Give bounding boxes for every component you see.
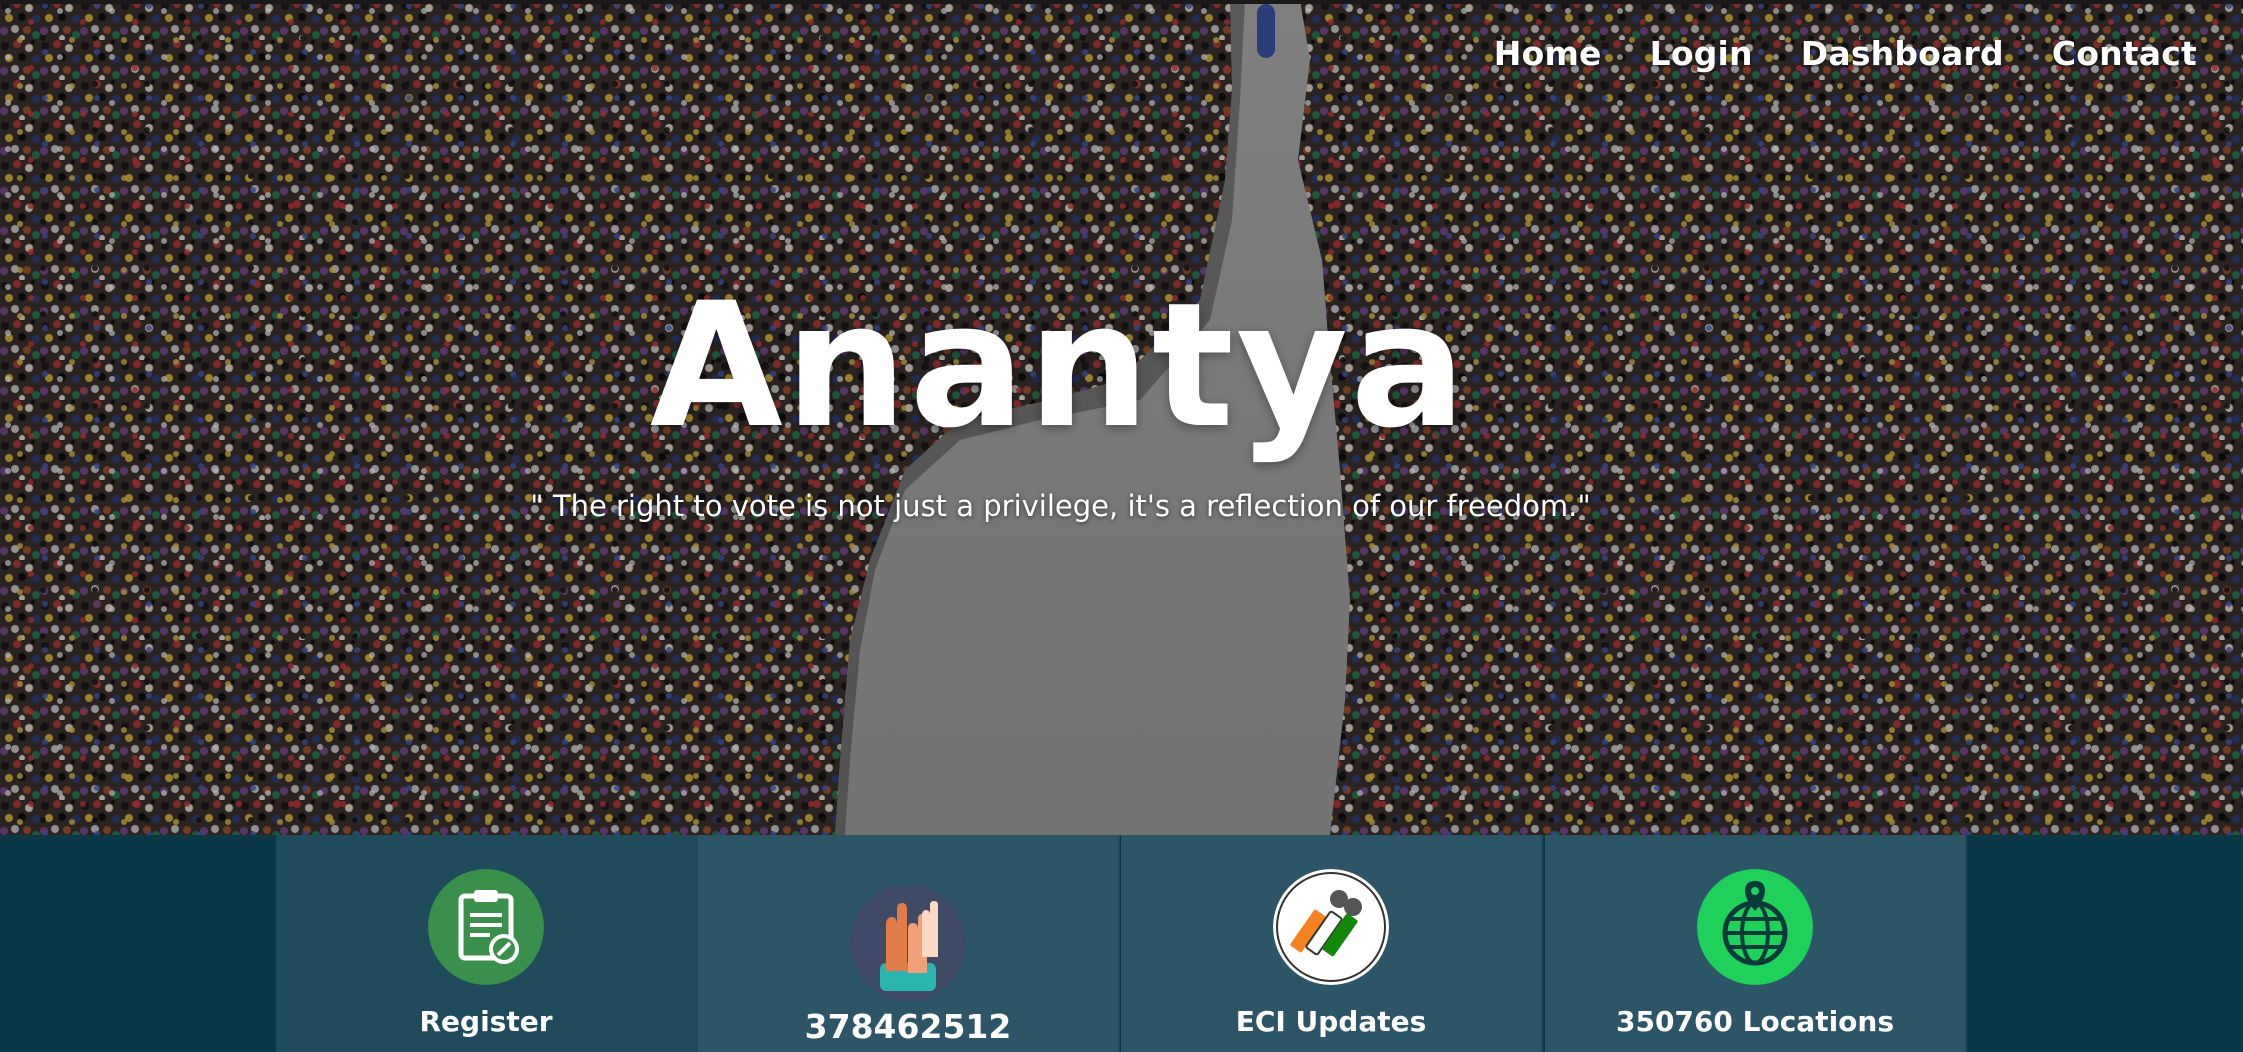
flag-pole-decoration [1257, 4, 1275, 58]
nav-login-link[interactable]: Login [1650, 34, 1753, 73]
locations-card[interactable]: 350760 Locations [1545, 835, 1967, 1052]
eci-logo-icon [1273, 869, 1389, 985]
main-nav: Home Login Dashboard Contact [1494, 34, 2197, 73]
raised-hands-icon [850, 885, 966, 1001]
eci-updates-card[interactable]: ECI Updates [1121, 835, 1543, 1052]
hero-quote: " The right to vote is not just a privil… [530, 489, 1591, 523]
eci-updates-label: ECI Updates [1235, 1005, 1427, 1038]
locations-label: 350760 Locations [1615, 1005, 1895, 1038]
nav-contact-link[interactable]: Contact [2052, 34, 2197, 73]
stats-bar: Register 378462512 ECI Updates 350760 Lo… [0, 835, 2243, 1052]
top-border [0, 0, 2243, 4]
voters-count-label: 378462512 [804, 1007, 1012, 1046]
nav-home-link[interactable]: Home [1494, 34, 1602, 73]
clipboard-icon [428, 869, 544, 985]
nav-dashboard-link[interactable]: Dashboard [1801, 34, 2004, 73]
voters-count-card[interactable]: 378462512 [698, 835, 1120, 1052]
hero-title: Anantya [649, 265, 1469, 466]
hero-banner: Home Login Dashboard Contact Anantya " T… [0, 0, 2243, 835]
register-card[interactable]: Register [276, 835, 698, 1052]
register-label: Register [419, 1005, 553, 1038]
globe-pin-icon [1697, 869, 1813, 985]
